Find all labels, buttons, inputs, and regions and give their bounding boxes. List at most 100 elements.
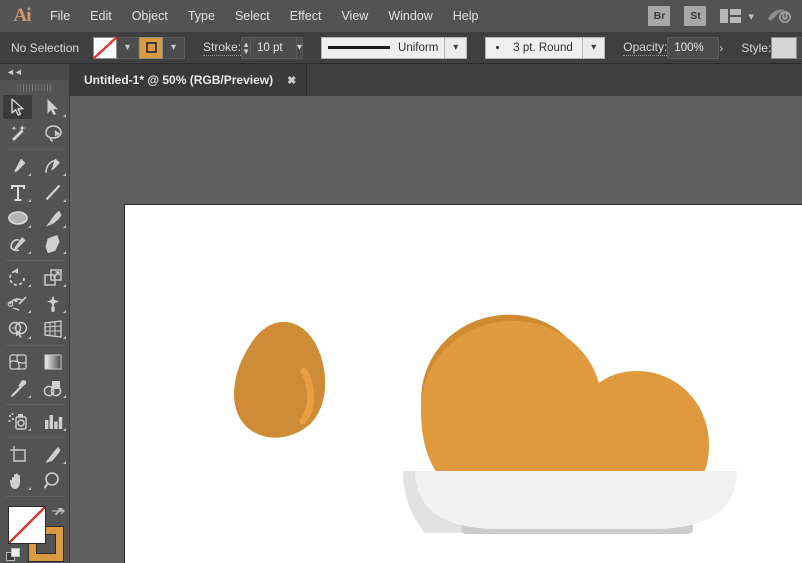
toolbar-fill-swatch[interactable] (8, 506, 46, 544)
selection-tool[interactable] (0, 94, 35, 120)
artboard[interactable] (124, 204, 802, 563)
curvature-tool[interactable] (35, 153, 70, 179)
tool-flyout-indicator (63, 310, 66, 313)
graphic-style-swatch[interactable] (771, 37, 797, 59)
plate-front (415, 471, 737, 529)
tools-panel-header[interactable]: ◄◄ (0, 64, 69, 80)
type-tool[interactable] (0, 179, 35, 205)
mesh-tool[interactable] (0, 349, 35, 375)
slice-tool[interactable] (35, 441, 70, 467)
ellipse-tool[interactable] (0, 205, 35, 231)
opacity-label[interactable]: Opacity: (623, 40, 667, 56)
tool-flyout-indicator (63, 428, 66, 431)
eraser-tool[interactable] (35, 231, 70, 257)
default-fill-stroke-icon[interactable] (6, 548, 22, 563)
eyedropper-tool[interactable] (0, 375, 35, 401)
stroke-profile-label: Uniform (398, 42, 438, 54)
tool-divider-4 (6, 404, 64, 405)
stock-icon[interactable]: St (684, 6, 706, 26)
pen-tool[interactable] (0, 153, 35, 179)
stroke-label[interactable]: Stroke: (203, 40, 241, 56)
stroke-color-control[interactable]: ▾ (139, 37, 185, 59)
menu-bar: Ai File Edit Object Type Select Effect V… (0, 0, 802, 32)
canvas-area[interactable] (70, 96, 802, 563)
menu-object[interactable]: Object (122, 0, 178, 32)
rotate-tool[interactable] (0, 264, 35, 290)
menu-select[interactable]: Select (225, 0, 280, 32)
opacity-input[interactable]: 100% (667, 37, 719, 59)
paintbrush-tool[interactable] (35, 205, 70, 231)
creative-cloud-icon[interactable] (766, 6, 792, 26)
document-tab-bar: Untitled-1* @ 50% (RGB/Preview) ✖ (0, 64, 802, 96)
stroke-profile-control[interactable]: Uniform ▾ (321, 37, 467, 59)
tool-divider-1 (6, 149, 64, 150)
tool-flyout-indicator (63, 199, 66, 202)
graphic-style-control[interactable]: ▾ (771, 37, 802, 59)
blend-tool[interactable] (35, 375, 70, 401)
direct-selection-tool[interactable] (35, 94, 70, 120)
menu-type[interactable]: Type (178, 0, 225, 32)
stroke-profile-preview[interactable]: Uniform (321, 37, 445, 59)
tools-panel-grip[interactable] (0, 80, 69, 94)
stroke-weight-chevron-down-icon[interactable]: ▾ (297, 37, 303, 59)
tool-flyout-indicator (63, 251, 66, 254)
scale-tool[interactable] (35, 264, 70, 290)
tool-flyout-indicator (28, 225, 31, 228)
stroke-swatch[interactable] (139, 37, 163, 59)
fill-dropdown-chevron-down-icon[interactable]: ▾ (117, 37, 139, 59)
fill-control[interactable]: ▾ (93, 37, 139, 59)
document-tab[interactable]: Untitled-1* @ 50% (RGB/Preview) ✖ (70, 64, 307, 96)
chevron-down-icon[interactable]: ▾ (748, 10, 754, 23)
tool-flyout-indicator (63, 284, 66, 287)
fill-swatch[interactable] (93, 37, 117, 59)
perspective-grid-tool[interactable] (35, 316, 70, 342)
menu-effect[interactable]: Effect (280, 0, 332, 32)
hand-tool[interactable] (0, 467, 35, 493)
gradient-tool[interactable] (35, 349, 70, 375)
swap-fill-stroke-icon[interactable] (51, 506, 65, 521)
tool-flyout-indicator (28, 336, 31, 339)
tool-flyout-indicator (28, 199, 31, 202)
menu-file[interactable]: File (40, 0, 80, 32)
arrange-documents-icon[interactable] (720, 8, 742, 24)
bridge-icon[interactable]: Br (648, 6, 670, 26)
stroke-dropdown-chevron-down-icon[interactable]: ▾ (163, 37, 185, 59)
artboard-tool[interactable] (0, 441, 35, 467)
shape-builder-tool[interactable] (0, 316, 35, 342)
tool-flyout-indicator (63, 114, 66, 117)
tool-flyout-indicator (28, 395, 31, 398)
symbol-sprayer-tool[interactable] (0, 408, 35, 434)
free-transform-tool[interactable] (35, 290, 70, 316)
uniform-stroke-icon (328, 46, 390, 49)
opacity-expand-chevron-right-icon[interactable]: › (719, 37, 723, 59)
column-graph-tool[interactable] (35, 408, 70, 434)
zoom-tool[interactable] (35, 467, 70, 493)
stroke-profile-chevron-down-icon[interactable]: ▾ (445, 37, 467, 59)
tool-flyout-indicator (28, 251, 31, 254)
artwork-illustration[interactable] (125, 205, 802, 563)
line-segment-tool[interactable] (35, 179, 70, 205)
bread-loaf-shape (421, 315, 709, 475)
brush-chevron-down-icon[interactable]: ▾ (583, 37, 605, 59)
collapse-panel-icon[interactable]: ◄◄ (6, 67, 22, 77)
round-brush-icon (496, 46, 499, 49)
tool-divider-2 (6, 260, 64, 261)
stroke-weight-stepper[interactable]: ▲▼ (241, 37, 251, 59)
menu-view[interactable]: View (331, 0, 378, 32)
illustrator-window: Ai File Edit Object Type Select Effect V… (0, 0, 802, 563)
magic-wand-tool[interactable] (0, 120, 35, 146)
menu-edit[interactable]: Edit (80, 0, 122, 32)
stroke-weight-input[interactable]: 10 pt (251, 37, 297, 59)
tools-panel: ◄◄ (0, 64, 70, 563)
brush-definition-control[interactable]: 3 pt. Round ▾ (485, 37, 605, 59)
lasso-tool[interactable] (35, 120, 70, 146)
menu-window[interactable]: Window (378, 0, 442, 32)
brush-preview[interactable]: 3 pt. Round (485, 37, 583, 59)
tool-flyout-indicator (28, 428, 31, 431)
width-tool[interactable] (0, 290, 35, 316)
close-icon[interactable]: ✖ (287, 74, 296, 87)
shaper-tool[interactable] (0, 231, 35, 257)
style-label: Style: (741, 41, 771, 55)
menu-help[interactable]: Help (443, 0, 489, 32)
graphic-style-chevron-down-icon[interactable]: ▾ (797, 37, 802, 59)
